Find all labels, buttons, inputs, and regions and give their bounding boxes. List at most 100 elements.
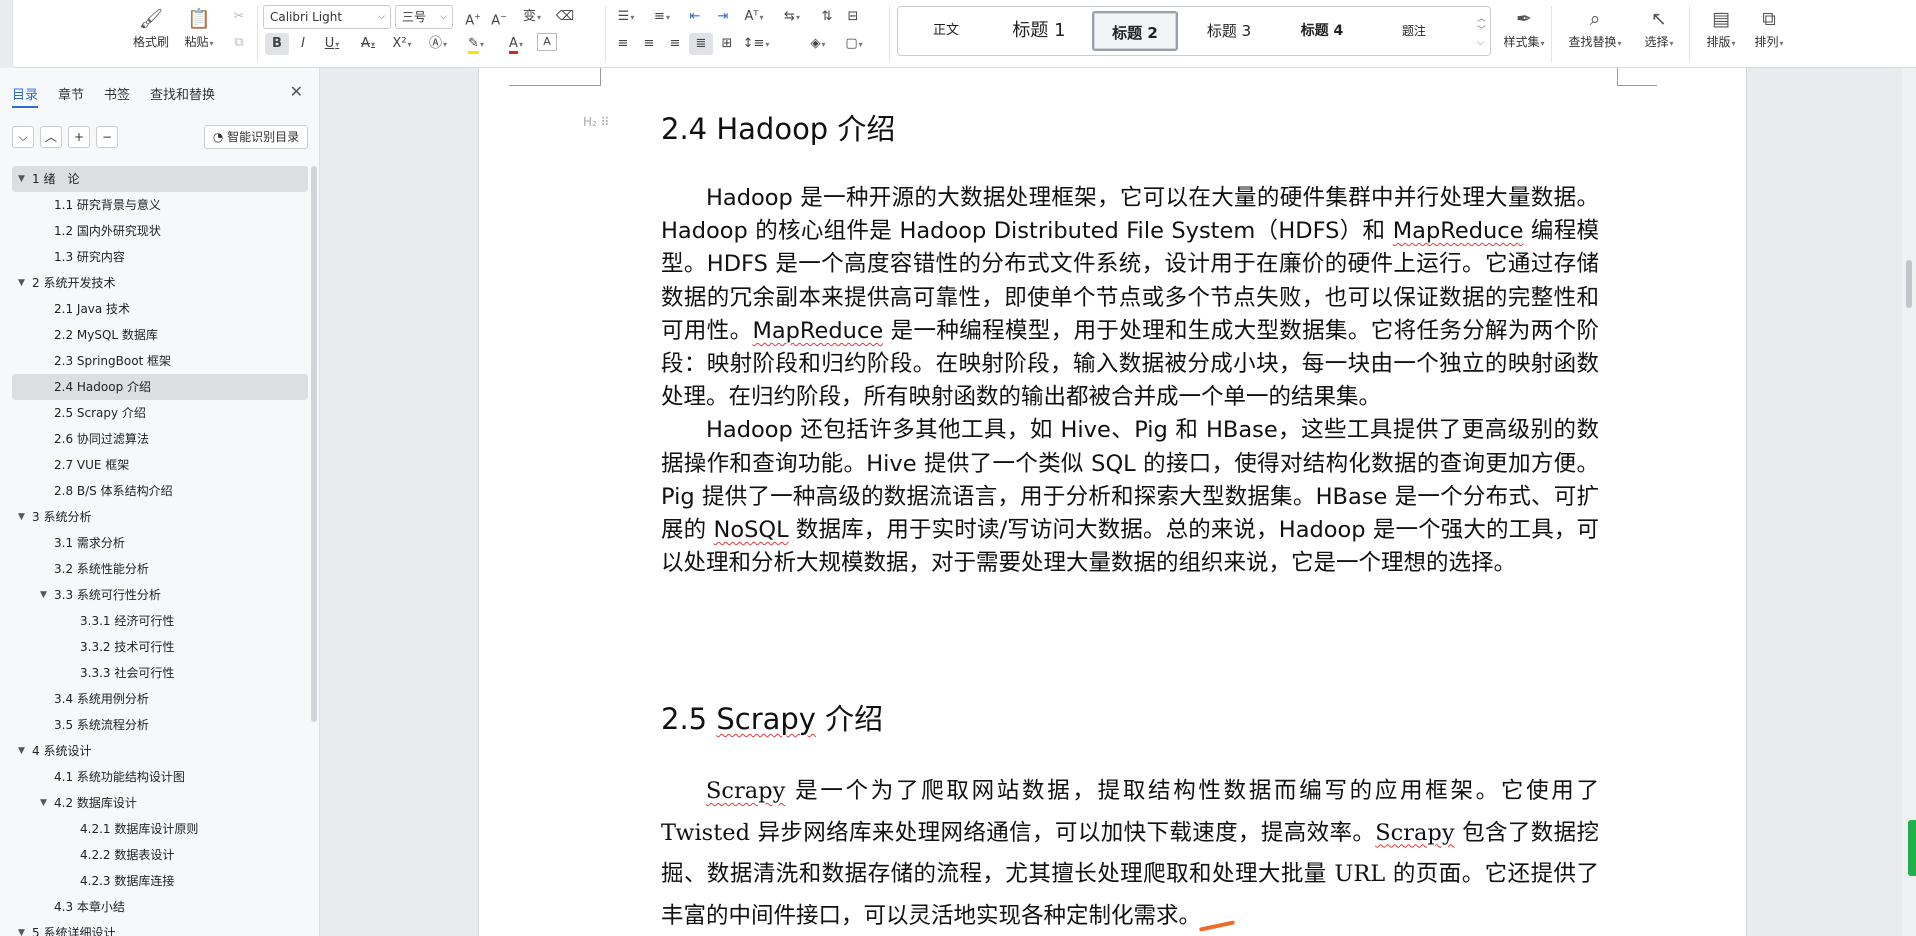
toc-item[interactable]: 3.3.2 技术可行性	[12, 634, 308, 660]
align-right-icon[interactable]: ≡	[663, 33, 687, 55]
font-color-icon[interactable]: A▾	[499, 33, 533, 55]
toc-item[interactable]: 3.5 系统流程分析	[12, 712, 308, 738]
toc-item[interactable]: ▼ 3 系统分析	[12, 504, 308, 530]
sort-icon[interactable]: ⇅	[815, 6, 839, 28]
line-spacing-icon[interactable]: ↕≡▾	[741, 33, 771, 55]
align-center-icon[interactable]: ≡	[637, 33, 661, 55]
bold-icon[interactable]: B	[265, 33, 289, 55]
toc-item[interactable]: 3.3.1 经济可行性	[12, 608, 308, 634]
style-heading-3[interactable]: 标题 3	[1188, 11, 1270, 51]
toc-item[interactable]: 2.1 Java 技术	[12, 296, 308, 322]
strikethrough-icon[interactable]: A▾	[353, 33, 383, 55]
find-replace-button[interactable]: ⌕ 查找替换▾	[1559, 4, 1631, 60]
tab-chapters[interactable]: 章节	[58, 84, 84, 103]
toc-item[interactable]: 1.3 研究内容	[12, 244, 308, 270]
toc-item[interactable]: 2.5 Scrapy 介绍	[12, 400, 308, 426]
align-justify-icon[interactable]: ≣	[689, 33, 713, 55]
shading-icon[interactable]: ◈▾	[803, 33, 833, 55]
tab-toc[interactable]: 目录	[12, 84, 39, 108]
increase-indent-icon[interactable]: ⇥	[711, 6, 735, 28]
hadoop-paragraph-1[interactable]: Hadoop 是一种开源的大数据处理框架，它可以在大量的硬件集群中并行处理大量数…	[661, 182, 1599, 414]
toc-item[interactable]: 4.1 系统功能结构设计图	[12, 764, 308, 790]
clear-format-icon[interactable]: ⌫	[553, 6, 577, 28]
convert-icon[interactable]: ⇆▾	[777, 6, 807, 28]
toc-item[interactable]: 3.3.3 社会可行性	[12, 660, 308, 686]
toc-item[interactable]: 1.2 国内外研究现状	[12, 218, 308, 244]
tab-bookmarks[interactable]: 书签	[104, 84, 130, 103]
toc-item[interactable]: ▼ 4.2 数据库设计	[12, 790, 308, 816]
show-marks-icon[interactable]: ⊟	[841, 6, 865, 28]
toc-item[interactable]: 4.3 本章小结	[12, 894, 308, 920]
borders-icon[interactable]: ▢▾	[839, 33, 869, 55]
toc-item[interactable]: ▼ 1 绪 论	[12, 166, 308, 192]
scrapy-paragraph[interactable]: Scrapy 是一个为了爬取网站数据，提取结构性数据而编写的应用框架。它使用了 …	[661, 771, 1599, 936]
heading-level-icon[interactable]: H₂ ⠿	[583, 115, 609, 129]
scroll-thumb[interactable]	[1906, 260, 1912, 308]
style-heading-2[interactable]: 标题 2	[1092, 11, 1178, 51]
remove-heading-button[interactable]: −	[96, 126, 118, 148]
toc-item[interactable]: 4.2.3 数据库连接	[12, 868, 308, 894]
align-left-icon[interactable]: ≡	[611, 33, 635, 55]
toc-item[interactable]: ▼ 5 系统详细设计	[12, 920, 308, 936]
collapse-all-button[interactable]: ︿	[40, 126, 62, 148]
font-size-combo[interactable]: 三号 ⌵	[395, 5, 453, 29]
expand-toggle-icon[interactable]: ▼	[18, 738, 25, 764]
underline-icon[interactable]: U▾	[317, 33, 347, 55]
expand-toggle-icon[interactable]: ▼	[40, 790, 47, 816]
toc-item[interactable]: ▼ 3.3 系统可行性分析	[12, 582, 308, 608]
style-normal[interactable]: 正文	[906, 11, 986, 51]
format-painter-button[interactable]: 🖌 格式刷	[125, 4, 177, 60]
font-name-combo[interactable]: Calibri Light ⌵	[263, 5, 391, 29]
style-set-button[interactable]: ✒ 样式集▾	[1493, 4, 1555, 60]
cut-icon[interactable]: ✂	[227, 6, 251, 28]
toc-item[interactable]: 3.2 系统性能分析	[12, 556, 308, 582]
tab-find-replace[interactable]: 查找和替换	[150, 84, 215, 103]
toc-item[interactable]: 3.1 需求分析	[12, 530, 308, 556]
heading-hadoop[interactable]: 2.4 Hadoop 介绍	[661, 106, 895, 148]
style-heading-4[interactable]: 标题 4	[1278, 11, 1366, 51]
nav-scrollbar[interactable]	[311, 166, 317, 722]
hadoop-paragraph-2[interactable]: Hadoop 还包括许多其他工具，如 Hive、Pig 和 HBase，这些工具…	[661, 414, 1599, 580]
expand-toggle-icon[interactable]: ▼	[18, 504, 25, 530]
grow-font-icon[interactable]: A+	[461, 6, 485, 28]
toc-item[interactable]: 2.2 MySQL 数据库	[12, 322, 308, 348]
select-button[interactable]: ↖ 选择▾	[1633, 4, 1685, 60]
highlight-icon[interactable]: ✎▾	[459, 33, 493, 55]
hadoop-paragraphs[interactable]: Hadoop 是一种开源的大数据处理框架，它可以在大量的硬件集群中并行处理大量数…	[661, 182, 1599, 580]
style-caption[interactable]: 题注	[1374, 11, 1454, 51]
toc-item[interactable]: 1.1 研究背景与意义	[12, 192, 308, 218]
phonetic-guide-icon[interactable]: 变▾	[515, 6, 549, 28]
toc-item[interactable]: 2.7 VUE 框架	[12, 452, 308, 478]
toc-item[interactable]: 2.8 B/S 体系结构介绍	[12, 478, 308, 504]
toc-item[interactable]: 4.2.2 数据表设计	[12, 842, 308, 868]
text-effect-icon[interactable]: Ⓐ▾	[423, 33, 453, 55]
toc-item[interactable]: ▼ 4 系统设计	[12, 738, 308, 764]
char-border-icon[interactable]: A	[537, 33, 557, 51]
toc-item[interactable]: 3.4 系统用例分析	[12, 686, 308, 712]
smart-toc-button[interactable]: ◔ 智能识别目录	[204, 125, 308, 149]
copy-icon[interactable]: ⧉	[227, 32, 251, 54]
arrange-button[interactable]: ⧉ 排列▾	[1743, 4, 1795, 60]
superscript-icon[interactable]: X²▾	[387, 33, 417, 55]
expand-all-button[interactable]: ⌵	[12, 126, 34, 148]
decrease-indent-icon[interactable]: ⇤	[683, 6, 707, 28]
style-heading-1[interactable]: 标题 1	[992, 11, 1086, 51]
expand-toggle-icon[interactable]: ▼	[18, 920, 25, 936]
expand-toggle-icon[interactable]: ▼	[18, 270, 25, 296]
toc-item[interactable]: ▼ 2 系统开发技术	[12, 270, 308, 296]
heading-scrapy[interactable]: 2.5 Scrapy 介绍	[661, 696, 883, 738]
toc-item[interactable]: 2.4 Hadoop 介绍	[12, 374, 308, 400]
close-icon[interactable]: ✕	[290, 82, 303, 101]
side-panel-tab[interactable]	[1908, 820, 1916, 876]
expand-toggle-icon[interactable]: ▼	[18, 166, 25, 192]
expand-toggle-icon[interactable]: ▼	[40, 582, 47, 608]
toc-item[interactable]: 2.6 协同过滤算法	[12, 426, 308, 452]
document-scrollbar[interactable]	[1902, 68, 1916, 936]
paste-button[interactable]: 📋 粘贴▾	[173, 4, 225, 60]
add-heading-button[interactable]: +	[68, 126, 90, 148]
italic-icon[interactable]: I	[291, 33, 315, 55]
toc-item[interactable]: 4.2.1 数据库设计原则	[12, 816, 308, 842]
shrink-font-icon[interactable]: A−	[487, 6, 511, 28]
gallery-scroll-icon[interactable]: ︿ ﹀ ⌵	[1477, 13, 1486, 49]
distribute-icon[interactable]: ⊞	[715, 33, 739, 55]
